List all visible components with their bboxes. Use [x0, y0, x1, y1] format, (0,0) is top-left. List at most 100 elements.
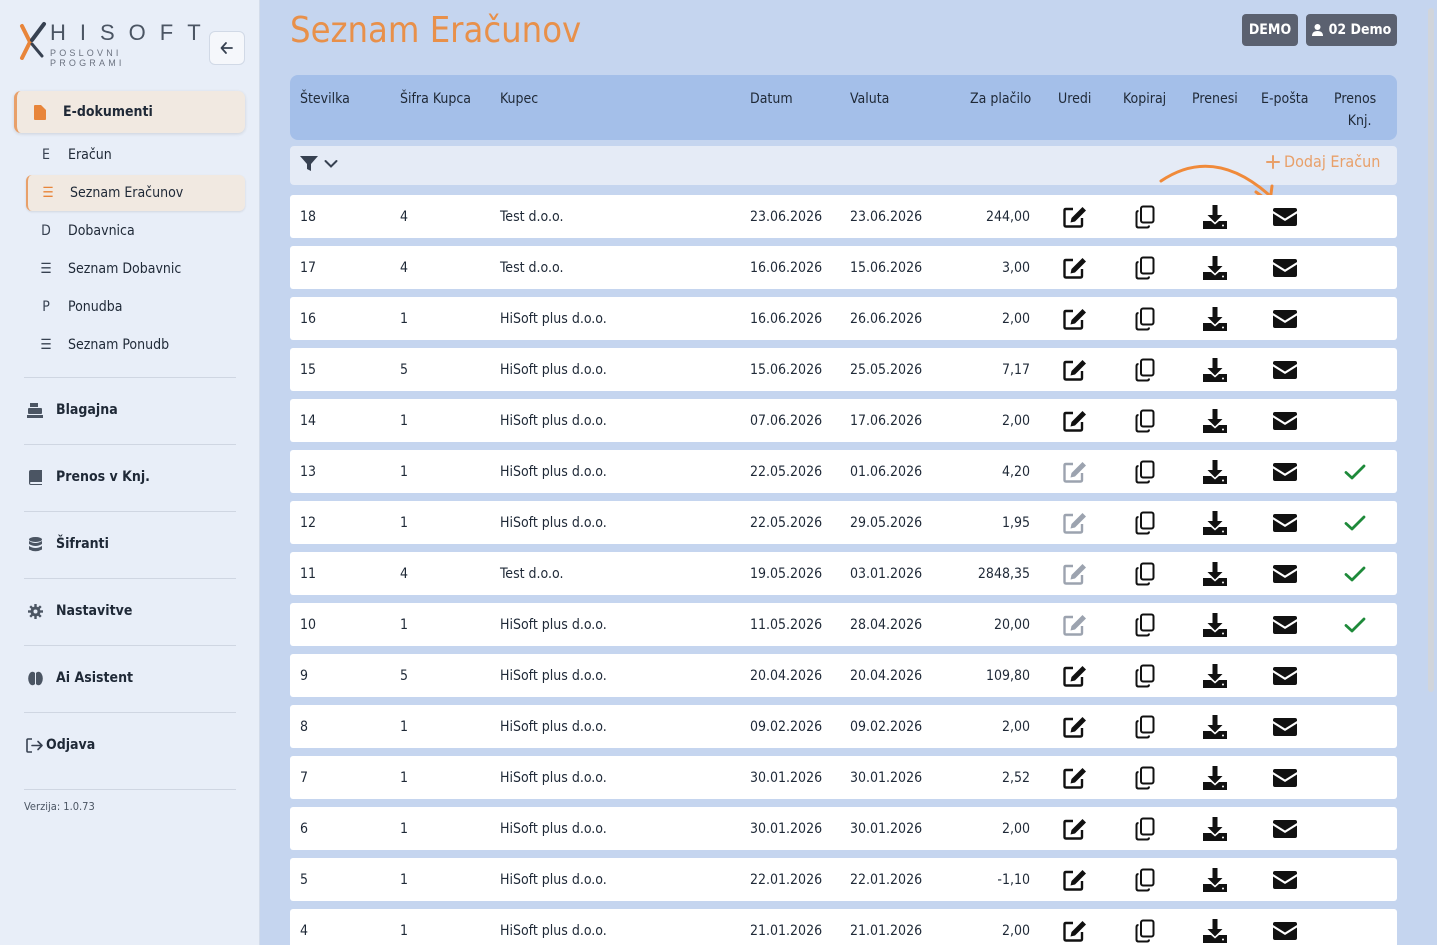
copy-button[interactable] — [1133, 450, 1157, 493]
sidebar-item-nastavitve[interactable]: Nastavitve — [26, 593, 236, 629]
edit-button[interactable] — [1061, 246, 1089, 289]
copy-button[interactable] — [1133, 705, 1157, 748]
sidebar-item-label: Dobavnica — [68, 223, 135, 239]
table-row: 17 4 Test d.o.o. 16.06.2026 15.06.2026 3… — [290, 246, 1397, 289]
edit-button[interactable] — [1061, 807, 1089, 850]
edit-button[interactable] — [1061, 399, 1089, 442]
download-button[interactable] — [1202, 603, 1228, 646]
download-button[interactable] — [1202, 348, 1228, 391]
col-header-number[interactable]: Številka — [300, 88, 350, 110]
copy-button[interactable] — [1133, 348, 1157, 391]
edit-icon — [1063, 461, 1086, 483]
demo-badge: DEMO — [1242, 14, 1298, 46]
download-button[interactable] — [1202, 399, 1228, 442]
copy-button[interactable] — [1133, 858, 1157, 901]
copy-button[interactable] — [1133, 909, 1157, 945]
transfer-status — [1343, 705, 1367, 748]
copy-button[interactable] — [1133, 246, 1157, 289]
email-button[interactable] — [1272, 501, 1298, 544]
email-button[interactable] — [1272, 399, 1298, 442]
edit-button[interactable] — [1061, 450, 1089, 493]
user-menu-button[interactable]: 02 Demo — [1306, 14, 1397, 46]
cell-amount: 244,00 — [985, 208, 1030, 225]
sidebar-item-eracun[interactable]: E Eračun — [26, 137, 245, 173]
download-button[interactable] — [1202, 501, 1228, 544]
email-button[interactable] — [1272, 246, 1298, 289]
cell-customer-code: 1 — [400, 718, 409, 735]
filter-toggle-button[interactable] — [300, 156, 338, 172]
sidebar-item-dobavnica[interactable]: D Dobavnica — [26, 213, 245, 249]
download-button[interactable] — [1202, 450, 1228, 493]
download-button[interactable] — [1202, 297, 1228, 340]
list-icon: ☰ — [40, 337, 52, 353]
edit-button[interactable] — [1061, 756, 1089, 799]
sidebar-item-ai-asistent[interactable]: Ai Asistent — [26, 660, 236, 696]
email-button[interactable] — [1272, 756, 1298, 799]
download-icon — [1203, 663, 1227, 688]
edit-button[interactable] — [1061, 705, 1089, 748]
edit-button[interactable] — [1061, 603, 1089, 646]
nav-group-e-dokumenti[interactable]: E-dokumenti — [14, 91, 245, 133]
email-button[interactable] — [1272, 807, 1298, 850]
cell-currency: 30.01.2026 — [850, 769, 923, 786]
col-header-date[interactable]: Datum — [750, 88, 793, 110]
sidebar-item-blagajna[interactable]: Blagajna — [26, 392, 236, 428]
email-button[interactable] — [1272, 348, 1298, 391]
cell-customer: HiSoft plus d.o.o. — [500, 718, 607, 735]
edit-button[interactable] — [1061, 297, 1089, 340]
copy-button[interactable] — [1133, 552, 1157, 595]
email-button[interactable] — [1272, 195, 1298, 238]
copy-button[interactable] — [1133, 297, 1157, 340]
download-button[interactable] — [1202, 246, 1228, 289]
col-header-amount[interactable]: Za plačilo — [970, 88, 1031, 110]
download-button[interactable] — [1202, 654, 1228, 697]
download-button[interactable] — [1202, 552, 1228, 595]
email-button[interactable] — [1272, 552, 1298, 595]
email-button[interactable] — [1272, 909, 1298, 945]
sidebar-item-seznam-ponudb[interactable]: ☰ Seznam Ponudb — [26, 327, 245, 363]
edit-button[interactable] — [1061, 654, 1089, 697]
download-button[interactable] — [1202, 858, 1228, 901]
download-button[interactable] — [1202, 909, 1228, 945]
collapse-sidebar-button[interactable] — [209, 31, 245, 65]
edit-button[interactable] — [1061, 552, 1089, 595]
download-button[interactable] — [1202, 705, 1228, 748]
sidebar-item-seznam-dobavnic[interactable]: ☰ Seznam Dobavnic — [26, 251, 245, 287]
sidebar-item-sifranti[interactable]: Šifranti — [26, 526, 236, 562]
download-button[interactable] — [1202, 807, 1228, 850]
email-button[interactable] — [1272, 858, 1298, 901]
email-button[interactable] — [1272, 450, 1298, 493]
col-header-customer-code[interactable]: Šifra Kupca — [400, 88, 471, 110]
add-invoice-button[interactable]: Dodaj Eračun — [1266, 152, 1380, 171]
download-button[interactable] — [1202, 195, 1228, 238]
sidebar-item-prenos-v-knj[interactable]: Prenos v Knj. — [26, 459, 236, 495]
copy-button[interactable] — [1133, 195, 1157, 238]
transfer-status — [1343, 348, 1367, 391]
sidebar-item-seznam-eracunov[interactable]: ☰ Seznam Eračunov — [26, 175, 245, 211]
copy-button[interactable] — [1133, 501, 1157, 544]
sidebar-item-ponudba[interactable]: P Ponudba — [26, 289, 245, 325]
scrollbar[interactable] — [1428, 8, 1434, 692]
email-button[interactable] — [1272, 603, 1298, 646]
edit-button[interactable] — [1061, 348, 1089, 391]
transfer-status — [1343, 450, 1367, 493]
download-button[interactable] — [1202, 756, 1228, 799]
copy-button[interactable] — [1133, 756, 1157, 799]
edit-button[interactable] — [1061, 195, 1089, 238]
copy-button[interactable] — [1133, 807, 1157, 850]
copy-button[interactable] — [1133, 399, 1157, 442]
sidebar-item-odjava[interactable]: Odjava — [26, 727, 236, 763]
email-button[interactable] — [1272, 654, 1298, 697]
col-header-customer[interactable]: Kupec — [500, 88, 538, 110]
email-button[interactable] — [1272, 297, 1298, 340]
email-button[interactable] — [1272, 705, 1298, 748]
table-row: 5 1 HiSoft plus d.o.o. 22.01.2026 22.01.… — [290, 858, 1397, 901]
col-header-currency[interactable]: Valuta — [850, 88, 889, 110]
letter-e-icon: E — [42, 147, 50, 163]
copy-button[interactable] — [1133, 603, 1157, 646]
edit-button[interactable] — [1061, 858, 1089, 901]
edit-button[interactable] — [1061, 909, 1089, 945]
transfer-status — [1343, 756, 1367, 799]
copy-button[interactable] — [1133, 654, 1157, 697]
edit-button[interactable] — [1061, 501, 1089, 544]
